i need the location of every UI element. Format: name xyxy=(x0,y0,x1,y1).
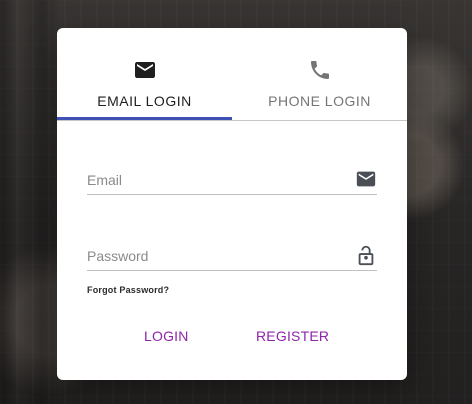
tab-email-login[interactable]: EMAIL LOGIN xyxy=(57,28,232,120)
mail-icon xyxy=(355,168,377,190)
login-button[interactable]: LOGIN xyxy=(144,328,189,344)
password-field xyxy=(87,242,377,276)
login-tabs: EMAIL LOGIN PHONE LOGIN xyxy=(57,28,407,121)
email-input[interactable] xyxy=(87,166,342,194)
tab-email-login-label: EMAIL LOGIN xyxy=(97,93,192,109)
lock-icon xyxy=(355,244,377,266)
password-input[interactable] xyxy=(87,242,342,270)
forgot-password-link[interactable]: Forgot Password? xyxy=(87,285,169,295)
login-card: EMAIL LOGIN PHONE LOGIN Email Forgot Pas… xyxy=(57,28,407,380)
phone-icon xyxy=(308,58,332,82)
tab-phone-login-label: PHONE LOGIN xyxy=(268,93,371,109)
tab-phone-login[interactable]: PHONE LOGIN xyxy=(232,28,407,120)
active-tab-indicator xyxy=(57,117,232,120)
email-underline xyxy=(87,194,377,195)
register-button[interactable]: REGISTER xyxy=(256,328,329,344)
email-icon xyxy=(133,58,157,82)
password-underline xyxy=(87,270,377,271)
email-field xyxy=(87,166,377,200)
auth-actions: LOGIN REGISTER xyxy=(57,328,407,348)
